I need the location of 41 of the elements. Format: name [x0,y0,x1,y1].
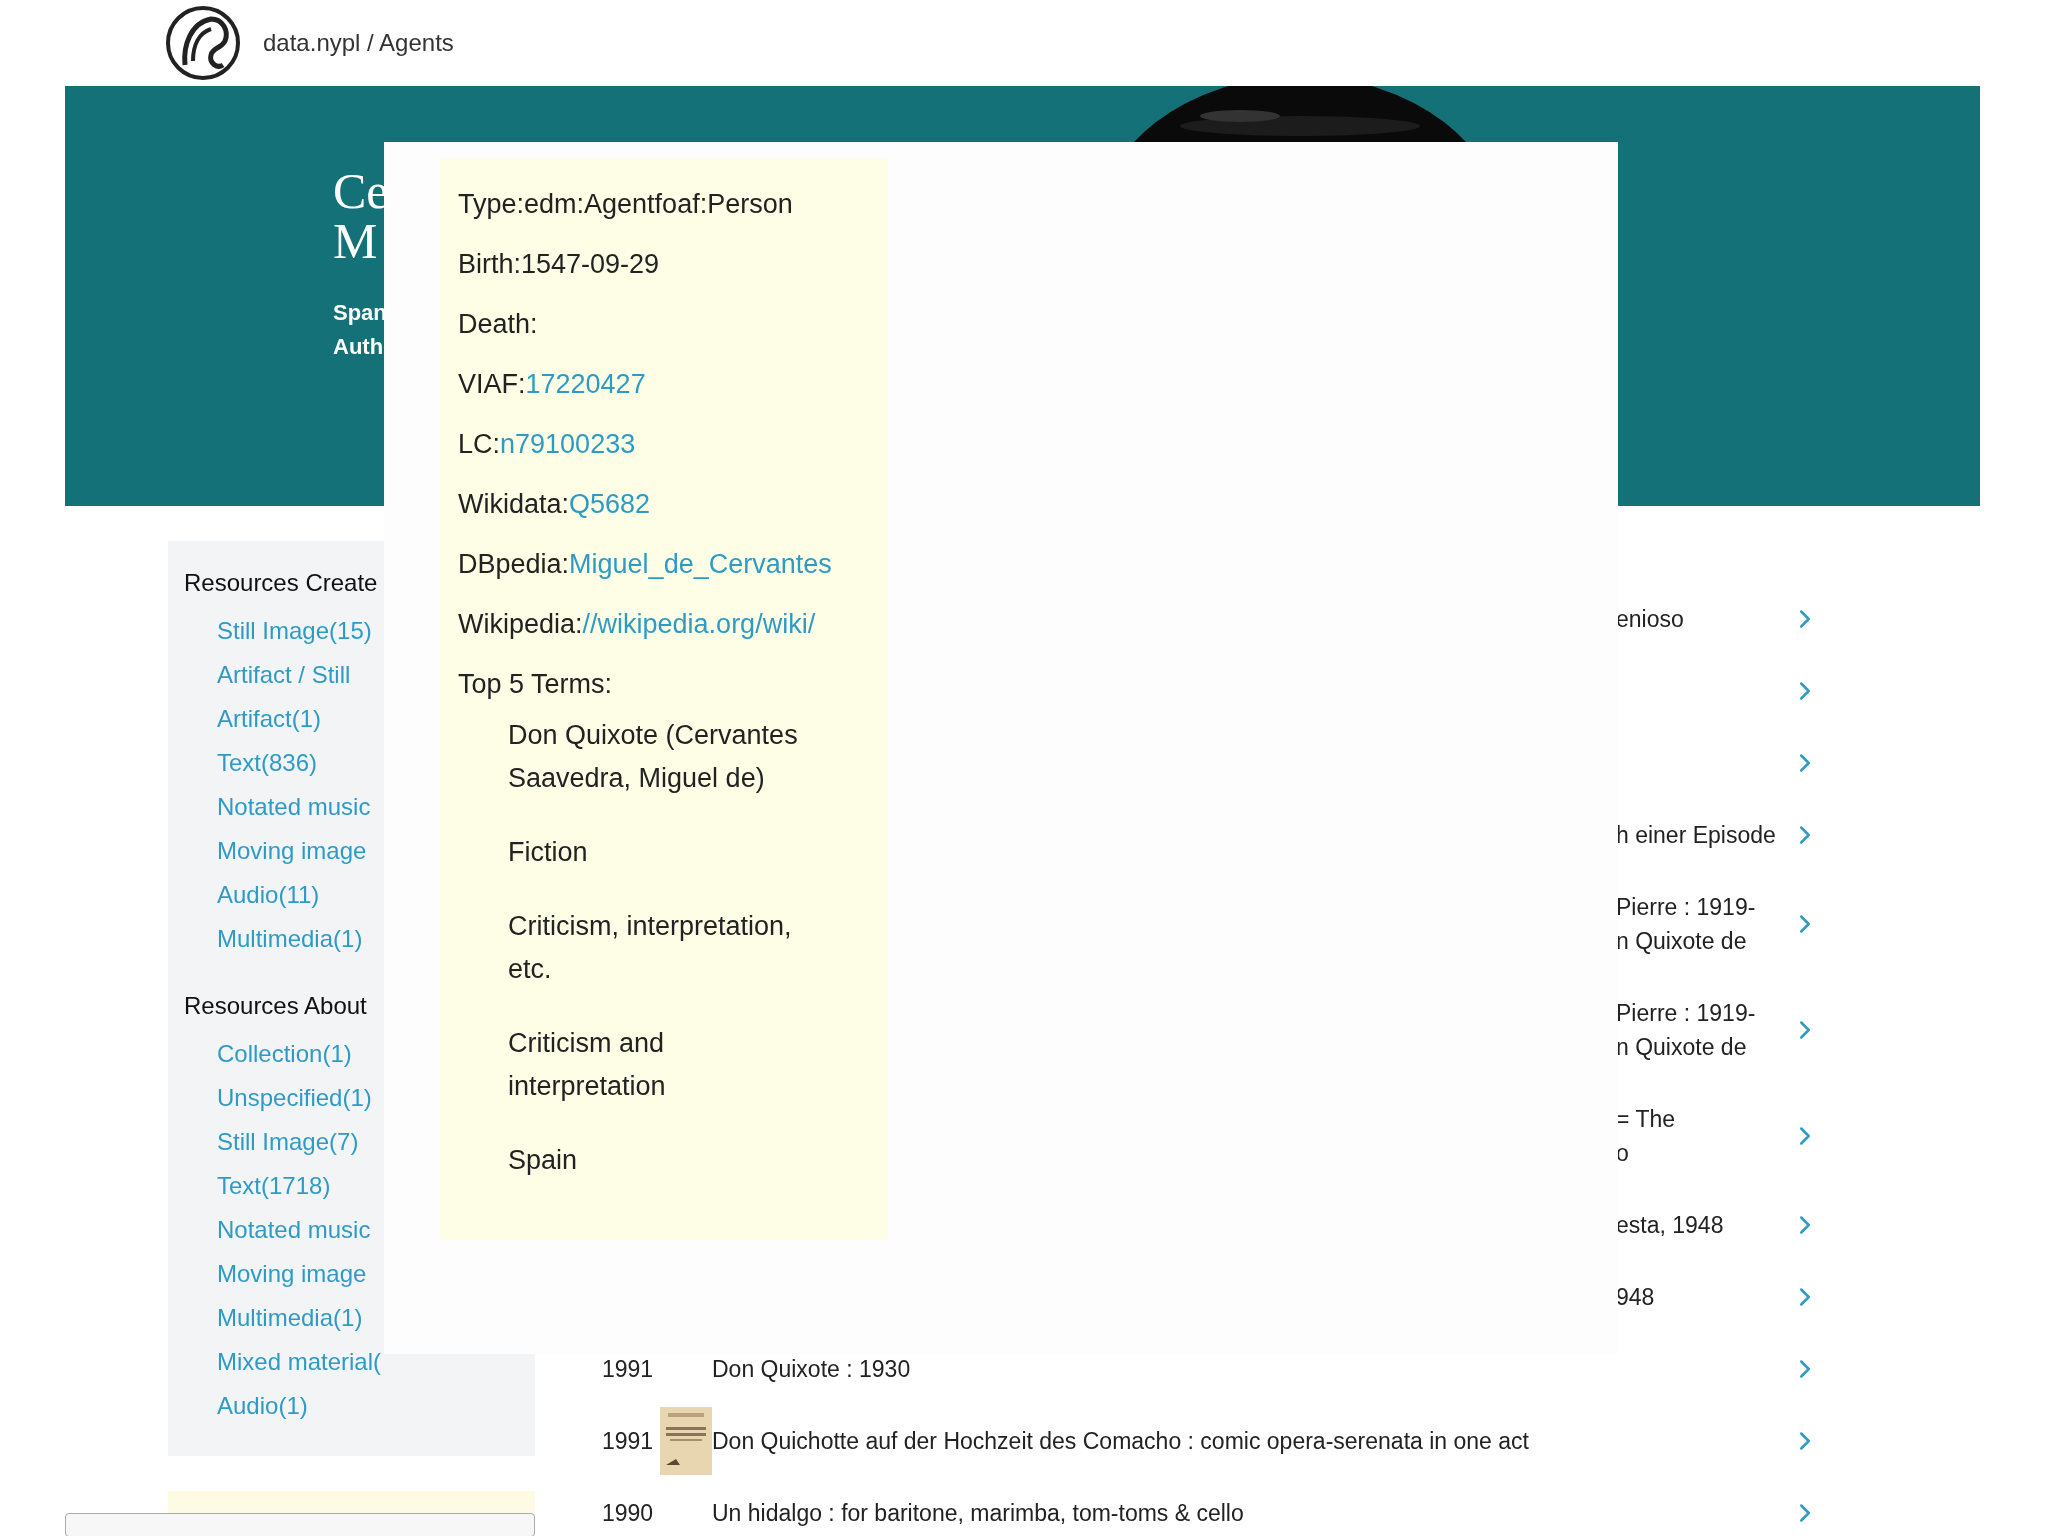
result-year: 1991 [602,1355,655,1383]
term: Criticism, interpretation, etc. [508,910,793,986]
sidebar-heading: Resources About [184,992,368,1020]
agent-role: Span [333,299,387,327]
detail-link[interactable]: n79100233 [500,429,636,459]
term: Fiction [508,836,589,869]
detail-link[interactable]: 17220427 [525,369,646,399]
agent-role: Auth [333,333,385,361]
terms-heading: Top 5 Terms: [458,668,614,701]
result-year: 1991 [602,1427,655,1455]
result-title: Pierre : 1919- [1616,893,1757,922]
detail-field: Type:edm:Agentfoaf:Person [458,174,888,234]
result-title: h einer Episode [1616,821,1777,850]
breadcrumb[interactable]: data.nypl / Agents [263,29,454,57]
agent-name: M [333,216,378,266]
detail-label: LC: [458,429,501,459]
term: Spain [508,1144,579,1177]
detail-label: DBpedia: [458,549,570,579]
detail-field: Death: [458,294,888,354]
detail-link[interactable]: Q5682 [569,489,651,519]
detail-field: Birth:1547-09-29 [458,234,888,294]
term: Don Quixote (Cervantes Saavedra, Miguel de) [508,719,799,795]
sidebar-link[interactable]: Audio(1) [217,1390,535,1421]
result-year: 1990 [602,1499,655,1527]
result-title[interactable]: Don Quixote : 1930 [712,1355,1790,1383]
result-title: enioso [1616,605,1685,634]
result-title[interactable]: Un hidalgo : for baritone, marimba, tom-toms & cello [712,1499,1790,1527]
result-title: Pierre : 1919- [1616,999,1757,1028]
detail-link[interactable]: //wikipedia.org/wiki/ [582,609,816,639]
sidebar-heading: Resources Create [184,569,379,597]
detail-label: VIAF: [458,369,526,399]
term: Criticism and interpretation [508,1027,667,1103]
detail-label: Wikidata: [458,489,570,519]
detail-link[interactable]: Miguel_de_Cervantes [569,549,832,579]
result-title: 948 [1616,1283,1656,1312]
result-title: n Quixote de [1616,927,1748,956]
result-title[interactable]: Don Quichotte auf der Hochzeit des Comacho : comic opera-serenata in one act [712,1427,1790,1455]
result-title: esta, 1948 [1616,1211,1725,1240]
detail-label: Wikipedia: [458,609,583,639]
logo-icon[interactable] [165,5,241,81]
result-title: n Quixote de [1616,1033,1748,1062]
